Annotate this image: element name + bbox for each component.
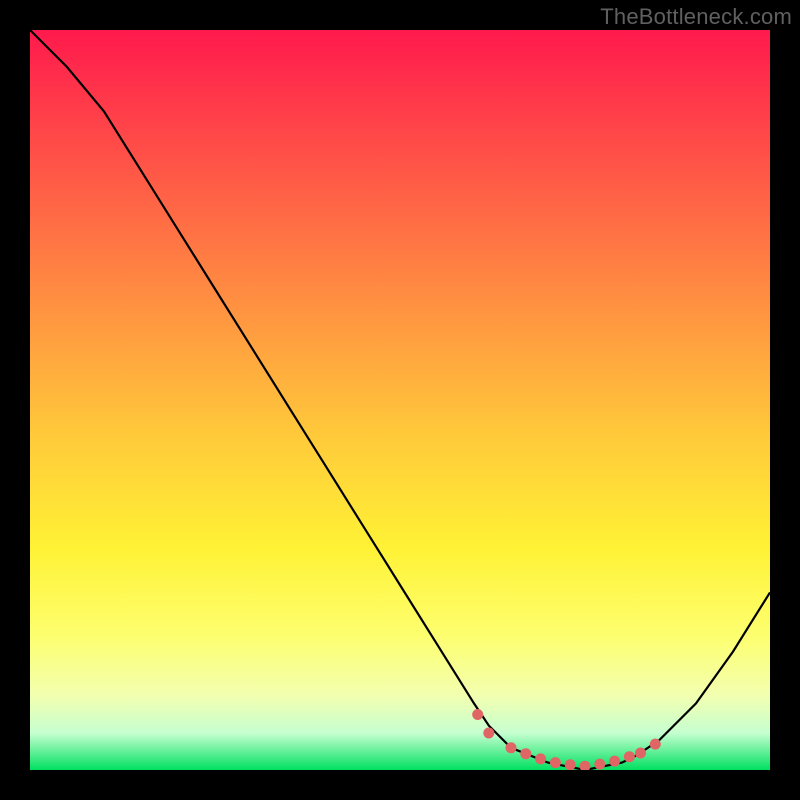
curve-svg — [30, 30, 770, 770]
highlight-dot — [506, 742, 517, 753]
plot-area — [30, 30, 770, 770]
chart-frame: TheBottleneck.com — [0, 0, 800, 800]
highlight-dot — [624, 751, 635, 762]
highlight-dot — [580, 761, 591, 770]
highlight-dots — [472, 709, 661, 770]
bottleneck-curve — [30, 30, 770, 770]
highlight-dot — [483, 728, 494, 739]
highlight-dot — [565, 759, 576, 770]
highlight-dot — [520, 748, 531, 759]
highlight-dot — [635, 748, 646, 759]
highlight-dot — [550, 757, 561, 768]
highlight-dot — [650, 739, 661, 750]
highlight-dot — [594, 759, 605, 770]
highlight-dot — [535, 753, 546, 764]
highlight-dot — [472, 709, 483, 720]
highlight-dot — [609, 756, 620, 767]
watermark-text: TheBottleneck.com — [600, 4, 792, 30]
